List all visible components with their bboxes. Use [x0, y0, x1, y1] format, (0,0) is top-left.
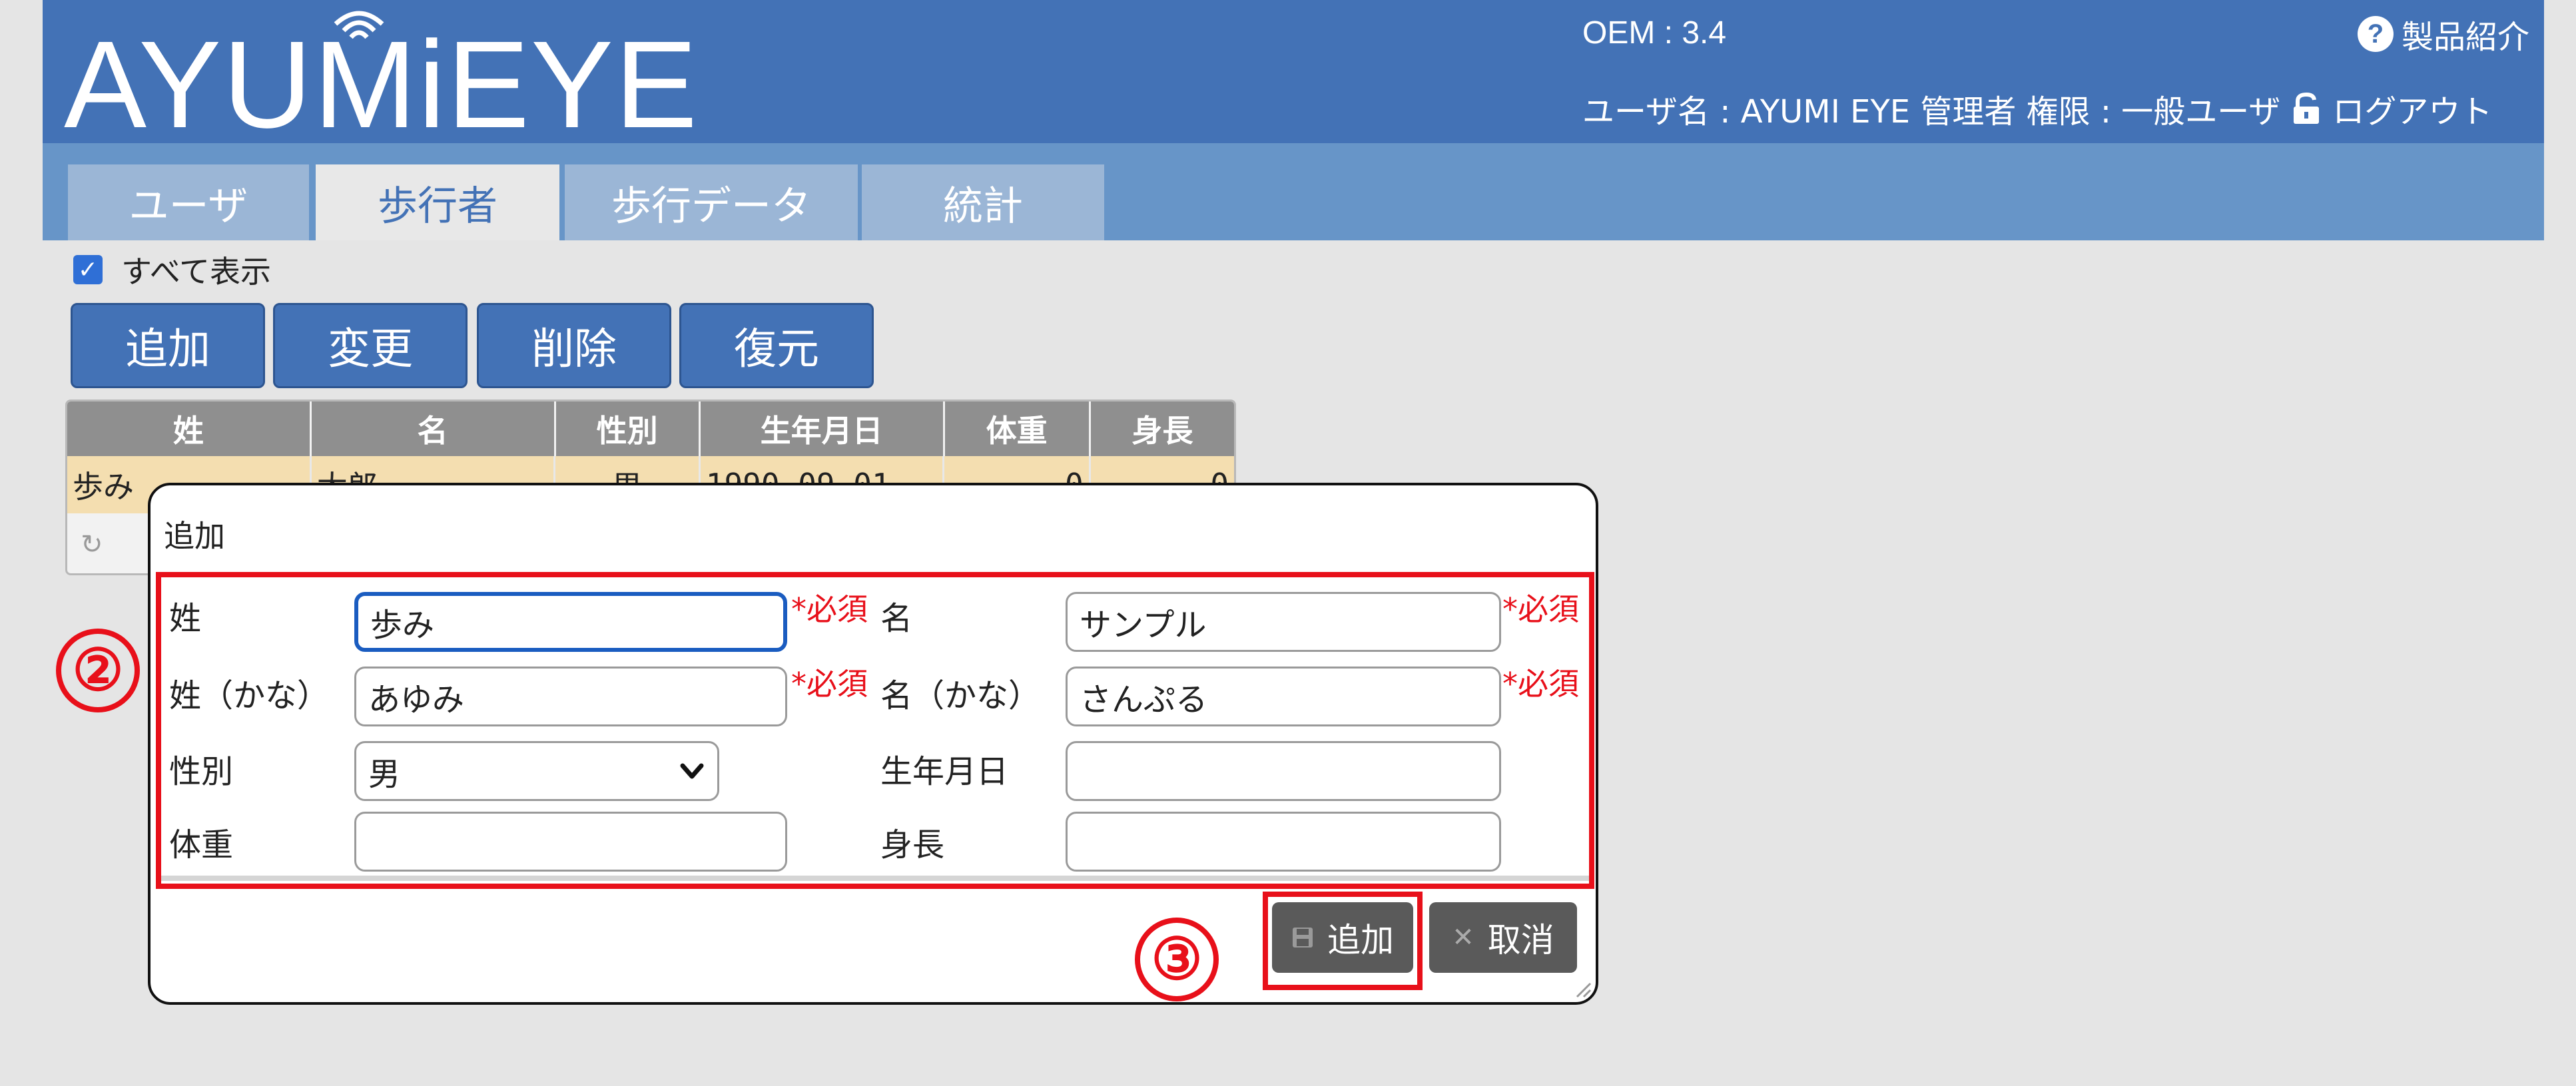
col-gender[interactable]: 性別	[556, 402, 701, 456]
logout-link[interactable]: ログアウト	[2332, 85, 2492, 132]
step-3-marker: ③	[1135, 918, 1219, 1001]
first-name-kana-input[interactable]: さんぷる	[1066, 667, 1501, 726]
form-divider	[161, 876, 1589, 881]
birthdate-input[interactable]	[1066, 741, 1501, 801]
dialog-add-button[interactable]: 追加	[1272, 902, 1413, 973]
dialog-title: 追加	[164, 518, 225, 554]
dialog-cancel-label: 取消	[1487, 921, 1554, 959]
tab-walking-data[interactable]: 歩行データ	[565, 164, 858, 240]
oem-version: OEM : 3.4	[1582, 15, 1727, 51]
col-first-name[interactable]: 名	[312, 402, 556, 456]
col-birthdate[interactable]: 生年月日	[701, 402, 945, 456]
first-name-input[interactable]: サンプル	[1066, 592, 1501, 652]
restore-button[interactable]: 復元	[679, 303, 874, 388]
chevron-down-icon	[680, 763, 704, 779]
grid-pager: ↻	[81, 529, 103, 560]
refresh-icon[interactable]: ↻	[81, 529, 103, 560]
user-info-text: ユーザ名 : AYUMI EYE 管理者 権限 : 一般ユーザ	[1582, 93, 2281, 131]
height-label: 身長	[880, 826, 945, 864]
col-weight[interactable]: 体重	[945, 402, 1091, 456]
app-logo: AYUMiEYE	[64, 16, 699, 154]
last-name-input[interactable]: 歩み	[354, 592, 787, 652]
first-name-required: *必須	[1502, 591, 1579, 627]
height-input[interactable]	[1066, 812, 1501, 872]
dialog-cancel-button[interactable]: ✕ 取消	[1429, 902, 1577, 973]
tab-users[interactable]: ユーザ	[68, 164, 309, 240]
gender-label: 性別	[169, 753, 234, 790]
last-name-required: *必須	[791, 591, 868, 627]
show-all-label: すべて表示	[121, 254, 271, 290]
delete-button[interactable]: 削除	[477, 303, 671, 388]
last-name-kana-label: 姓（かな）	[169, 677, 330, 714]
edit-button[interactable]: 変更	[273, 303, 468, 388]
col-last-name[interactable]: 姓	[67, 402, 312, 456]
close-icon: ✕	[1452, 922, 1474, 953]
gender-value: 男	[368, 756, 401, 793]
add-button[interactable]: 追加	[71, 303, 265, 388]
dialog-add-label: 追加	[1327, 921, 1394, 959]
help-icon: ?	[2358, 16, 2394, 52]
tab-statistics[interactable]: 統計	[862, 164, 1104, 240]
show-all-toggle[interactable]: ✓ すべて表示	[73, 248, 271, 292]
tab-walkers[interactable]: 歩行者	[316, 164, 559, 240]
gender-select[interactable]: 男	[354, 741, 719, 801]
save-icon	[1293, 928, 1313, 948]
show-all-checkbox[interactable]: ✓	[73, 255, 103, 284]
user-info-bar: ユーザ名 : AYUMI EYE 管理者 権限 : 一般ユーザ ログアウト	[1582, 85, 2492, 132]
step-2-marker: ②	[56, 629, 140, 712]
last-name-kana-input[interactable]: あゆみ	[354, 667, 787, 726]
app-header: AYUMiEYE OEM : 3.4 ? 製品紹介 ユーザ名 : AYUMI E…	[43, 0, 2544, 154]
weight-input[interactable]	[354, 812, 787, 872]
unlock-icon	[2291, 92, 2322, 125]
first-name-label: 名	[880, 600, 913, 637]
birthdate-label: 生年月日	[880, 753, 1009, 790]
weight-label: 体重	[169, 826, 234, 864]
main-tab-bar: ユーザ 歩行者 歩行データ 統計	[43, 143, 2544, 240]
resize-handle-icon[interactable]	[1574, 981, 1592, 998]
product-intro-link[interactable]: ? 製品紹介	[2358, 11, 2529, 57]
grid-header: 姓 名 性別 生年月日 体重 身長	[67, 402, 1234, 456]
first-name-kana-label: 名（かな）	[880, 677, 1041, 714]
product-intro-label: 製品紹介	[2402, 19, 2530, 56]
last-name-kana-required: *必須	[791, 666, 868, 702]
first-name-kana-required: *必須	[1502, 666, 1579, 702]
last-name-label: 姓	[169, 600, 202, 637]
add-walker-dialog: 追加 姓 歩み *必須 名 サンプル *必須 姓（かな） あゆみ *必須 名（か…	[148, 483, 1598, 1005]
col-height[interactable]: 身長	[1091, 402, 1234, 456]
